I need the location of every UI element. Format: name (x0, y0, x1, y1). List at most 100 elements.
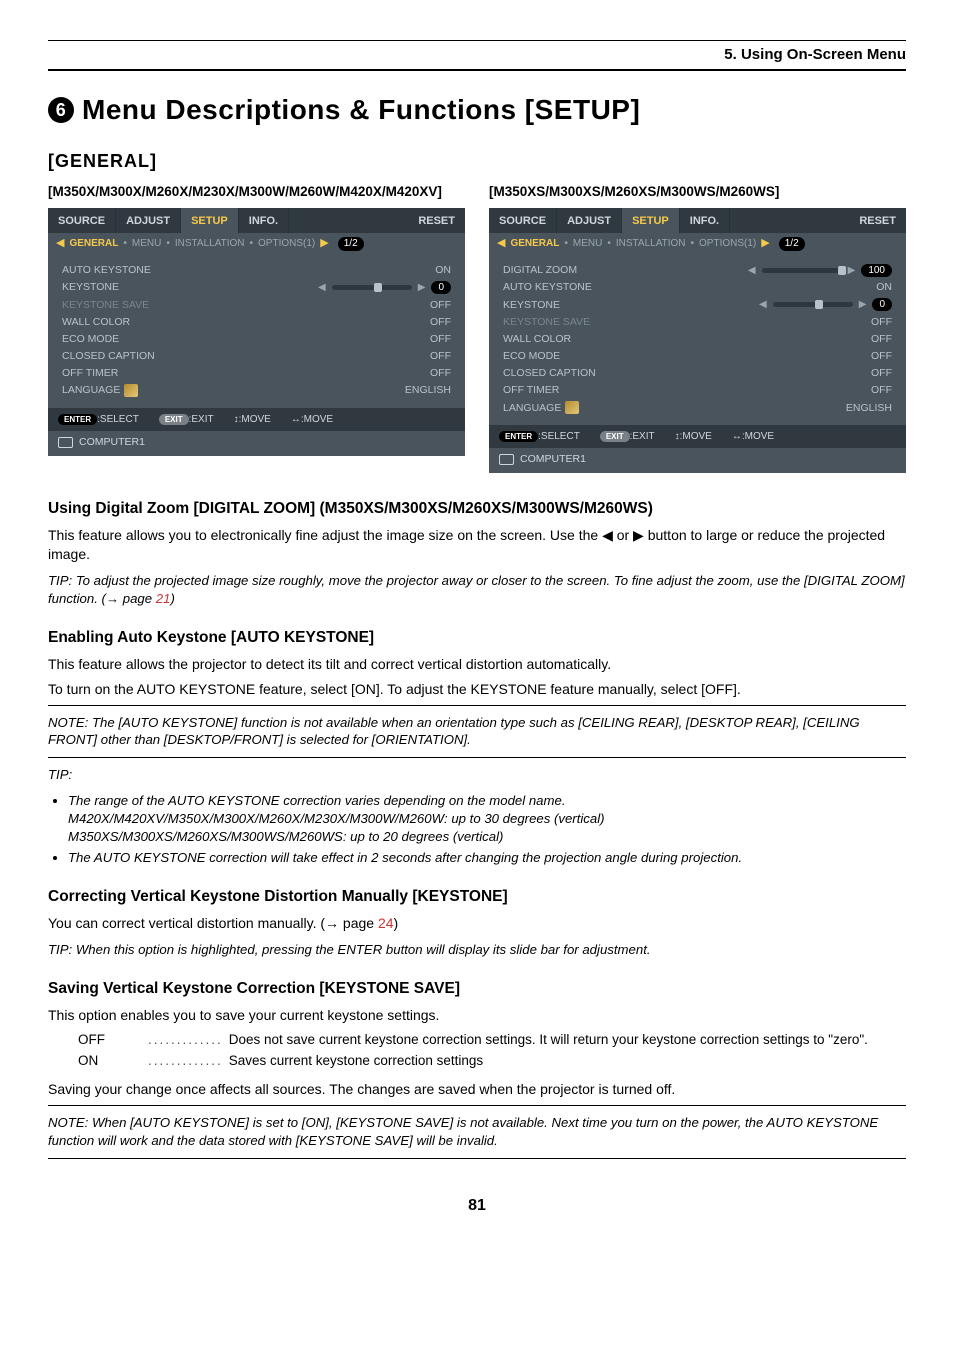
language-icon (565, 401, 579, 414)
menu-item[interactable]: AUTO KEYSTONEON (503, 280, 892, 294)
menu-item[interactable]: KEYSTONE ◀ ▶ 0 (503, 298, 892, 312)
menu-item[interactable]: KEYSTONE SAVEOFF (503, 315, 892, 329)
section-digital-zoom-heading: Using Digital Zoom [DIGITAL ZOOM] (M350X… (48, 499, 906, 520)
tab-adjust[interactable]: ADJUST (116, 208, 181, 234)
menu-item-value: OFF (871, 383, 892, 397)
enter-icon: ENTER (499, 431, 538, 442)
menu-item-label: ECO MODE (62, 332, 119, 346)
general-heading: [GENERAL] (48, 149, 906, 173)
section-keystone-tip: TIP: When this option is highlighted, pr… (48, 941, 906, 959)
menu-item[interactable]: OFF TIMEROFF (62, 366, 451, 380)
tip-b1c: M350XS/M300XS/M260XS/M300WS/M260WS: up t… (68, 829, 503, 844)
tab-info[interactable]: INFO. (680, 208, 730, 234)
menu-item[interactable]: ECO MODEOFF (503, 349, 892, 363)
section-keystone-heading: Correcting Vertical Keystone Distortion … (48, 887, 906, 908)
subtab-general[interactable]: GENERAL (510, 237, 559, 251)
subtab-menu[interactable]: MENU (132, 237, 161, 251)
subtab-page: 1/2 (338, 237, 364, 251)
menu-item[interactable]: ECO MODEOFF (62, 332, 451, 346)
menu-item[interactable]: CLOSED CAPTION OFF (503, 366, 892, 380)
osd-source-row: COMPUTER1 (489, 448, 906, 473)
section-digital-zoom-body: This feature allows you to electronicall… (48, 526, 906, 564)
menu-item-label: KEYSTONE (503, 298, 560, 312)
tab-adjust[interactable]: ADJUST (557, 208, 622, 234)
section-auto-keystone-heading: Enabling Auto Keystone [AUTO KEYSTONE] (48, 628, 906, 649)
footer-move-v: ↕:MOVE (675, 430, 712, 444)
subtab-page: 1/2 (779, 237, 805, 251)
menu-item[interactable]: KEYSTONE SAVE OFF (62, 298, 451, 312)
menu-item[interactable]: CLOSED CAPTION OFF (62, 349, 451, 363)
menu-item[interactable]: KEYSTONE◀▶0 (62, 280, 451, 294)
tab-setup[interactable]: SETUP (181, 208, 239, 234)
page-link-24[interactable]: 24 (378, 915, 394, 931)
subtab-right-arrow-icon[interactable]: ▶ (761, 236, 769, 251)
menu-item[interactable]: DIGITAL ZOOM ◀ ▶ 100 (503, 263, 892, 277)
menu-item-value: OFF (430, 298, 451, 312)
tab-setup[interactable]: SETUP (622, 208, 680, 234)
slider-right-icon[interactable]: ▶ (859, 298, 867, 312)
footer-exit: :EXIT (630, 431, 655, 442)
menu-item-value: OFF (430, 349, 451, 363)
tab-source[interactable]: SOURCE (489, 208, 557, 234)
subtab-installation[interactable]: INSTALLATION (175, 237, 245, 251)
slider-thumb[interactable] (815, 300, 823, 309)
menu-item-label: CLOSED CAPTION (503, 366, 596, 380)
slider-right-icon[interactable]: ▶ (418, 281, 426, 295)
slider-value: 100 (861, 264, 892, 278)
menu-item[interactable]: WALL COLOROFF (62, 315, 451, 329)
osd-tabs: SOURCE ADJUST SETUP INFO. RESET (48, 208, 465, 234)
menu-item[interactable]: OFF TIMER OFF (503, 383, 892, 397)
menu-item-value: ON (435, 263, 451, 277)
menu-item[interactable]: LANGUAGEENGLISH (503, 401, 892, 415)
menu-item-label: LANGUAGE (503, 401, 579, 415)
slider-track[interactable] (332, 285, 412, 290)
section-keystone-body: You can correct vertical distortion manu… (48, 914, 906, 933)
menu-item-value: OFF (871, 349, 892, 363)
slider-right-icon[interactable]: ▶ (848, 264, 856, 278)
slider-value: 0 (872, 298, 892, 312)
menu-item[interactable]: AUTO KEYSTONEON (62, 263, 451, 277)
slider-left-icon[interactable]: ◀ (748, 264, 756, 278)
tip-bullet-2: The AUTO KEYSTONE correction will take e… (68, 849, 906, 867)
footer-move-h: ↔:MOVE (291, 413, 333, 427)
menu-item-label: DIGITAL ZOOM (503, 263, 577, 277)
osd-source-row: COMPUTER1 (48, 431, 465, 456)
slider-thumb[interactable] (838, 266, 846, 275)
section-auto-keystone-note: NOTE: The [AUTO KEYSTONE] function is no… (48, 714, 906, 750)
page-title: 6 Menu Descriptions & Functions [SETUP] (48, 91, 906, 129)
tab-source[interactable]: SOURCE (48, 208, 116, 234)
menu-item[interactable]: WALL COLOROFF (503, 332, 892, 346)
slider-track[interactable] (762, 268, 842, 273)
osd-footer: ENTER:SELECT EXIT:EXIT ↕:MOVE ↔:MOVE (48, 408, 465, 432)
subtab-left-arrow-icon[interactable]: ◀ (56, 236, 64, 251)
menu-item-label: WALL COLOR (503, 332, 571, 346)
menu-item-label: OFF TIMER (503, 383, 559, 397)
slider-left-icon[interactable]: ◀ (759, 298, 767, 312)
slider[interactable]: ◀ ▶ 100 (748, 264, 892, 278)
tab-reset[interactable]: RESET (849, 208, 906, 234)
subtab-left-arrow-icon[interactable]: ◀ (497, 236, 505, 251)
def-on-def: Saves current keystone correction settin… (229, 1052, 906, 1070)
footer-select: :SELECT (97, 414, 139, 425)
subtab-menu[interactable]: MENU (573, 237, 602, 251)
slider-left-icon[interactable]: ◀ (318, 281, 326, 295)
osd-tabs: SOURCE ADJUST SETUP INFO. RESET (489, 208, 906, 234)
page-number: 81 (48, 1195, 906, 1217)
menu-item-label: CLOSED CAPTION (62, 349, 155, 363)
slider-track[interactable] (773, 302, 853, 307)
tab-info[interactable]: INFO. (239, 208, 289, 234)
subtab-general[interactable]: GENERAL (69, 237, 118, 251)
subtab-options1[interactable]: OPTIONS(1) (699, 237, 756, 251)
subtab-options1[interactable]: OPTIONS(1) (258, 237, 315, 251)
slider[interactable]: ◀ ▶ 0 (759, 298, 892, 312)
slider-thumb[interactable] (374, 283, 382, 292)
page-link-21[interactable]: 21 (156, 591, 171, 606)
tab-reset[interactable]: RESET (408, 208, 465, 234)
subtab-right-arrow-icon[interactable]: ▶ (320, 236, 328, 251)
menu-item-label: AUTO KEYSTONE (503, 280, 592, 294)
menu-item-label: KEYSTONE SAVE (62, 298, 149, 312)
subtab-installation[interactable]: INSTALLATION (616, 237, 686, 251)
menu-item-value: OFF (871, 366, 892, 380)
slider[interactable]: ◀▶0 (318, 281, 451, 295)
menu-item[interactable]: LANGUAGEENGLISH (62, 383, 451, 397)
